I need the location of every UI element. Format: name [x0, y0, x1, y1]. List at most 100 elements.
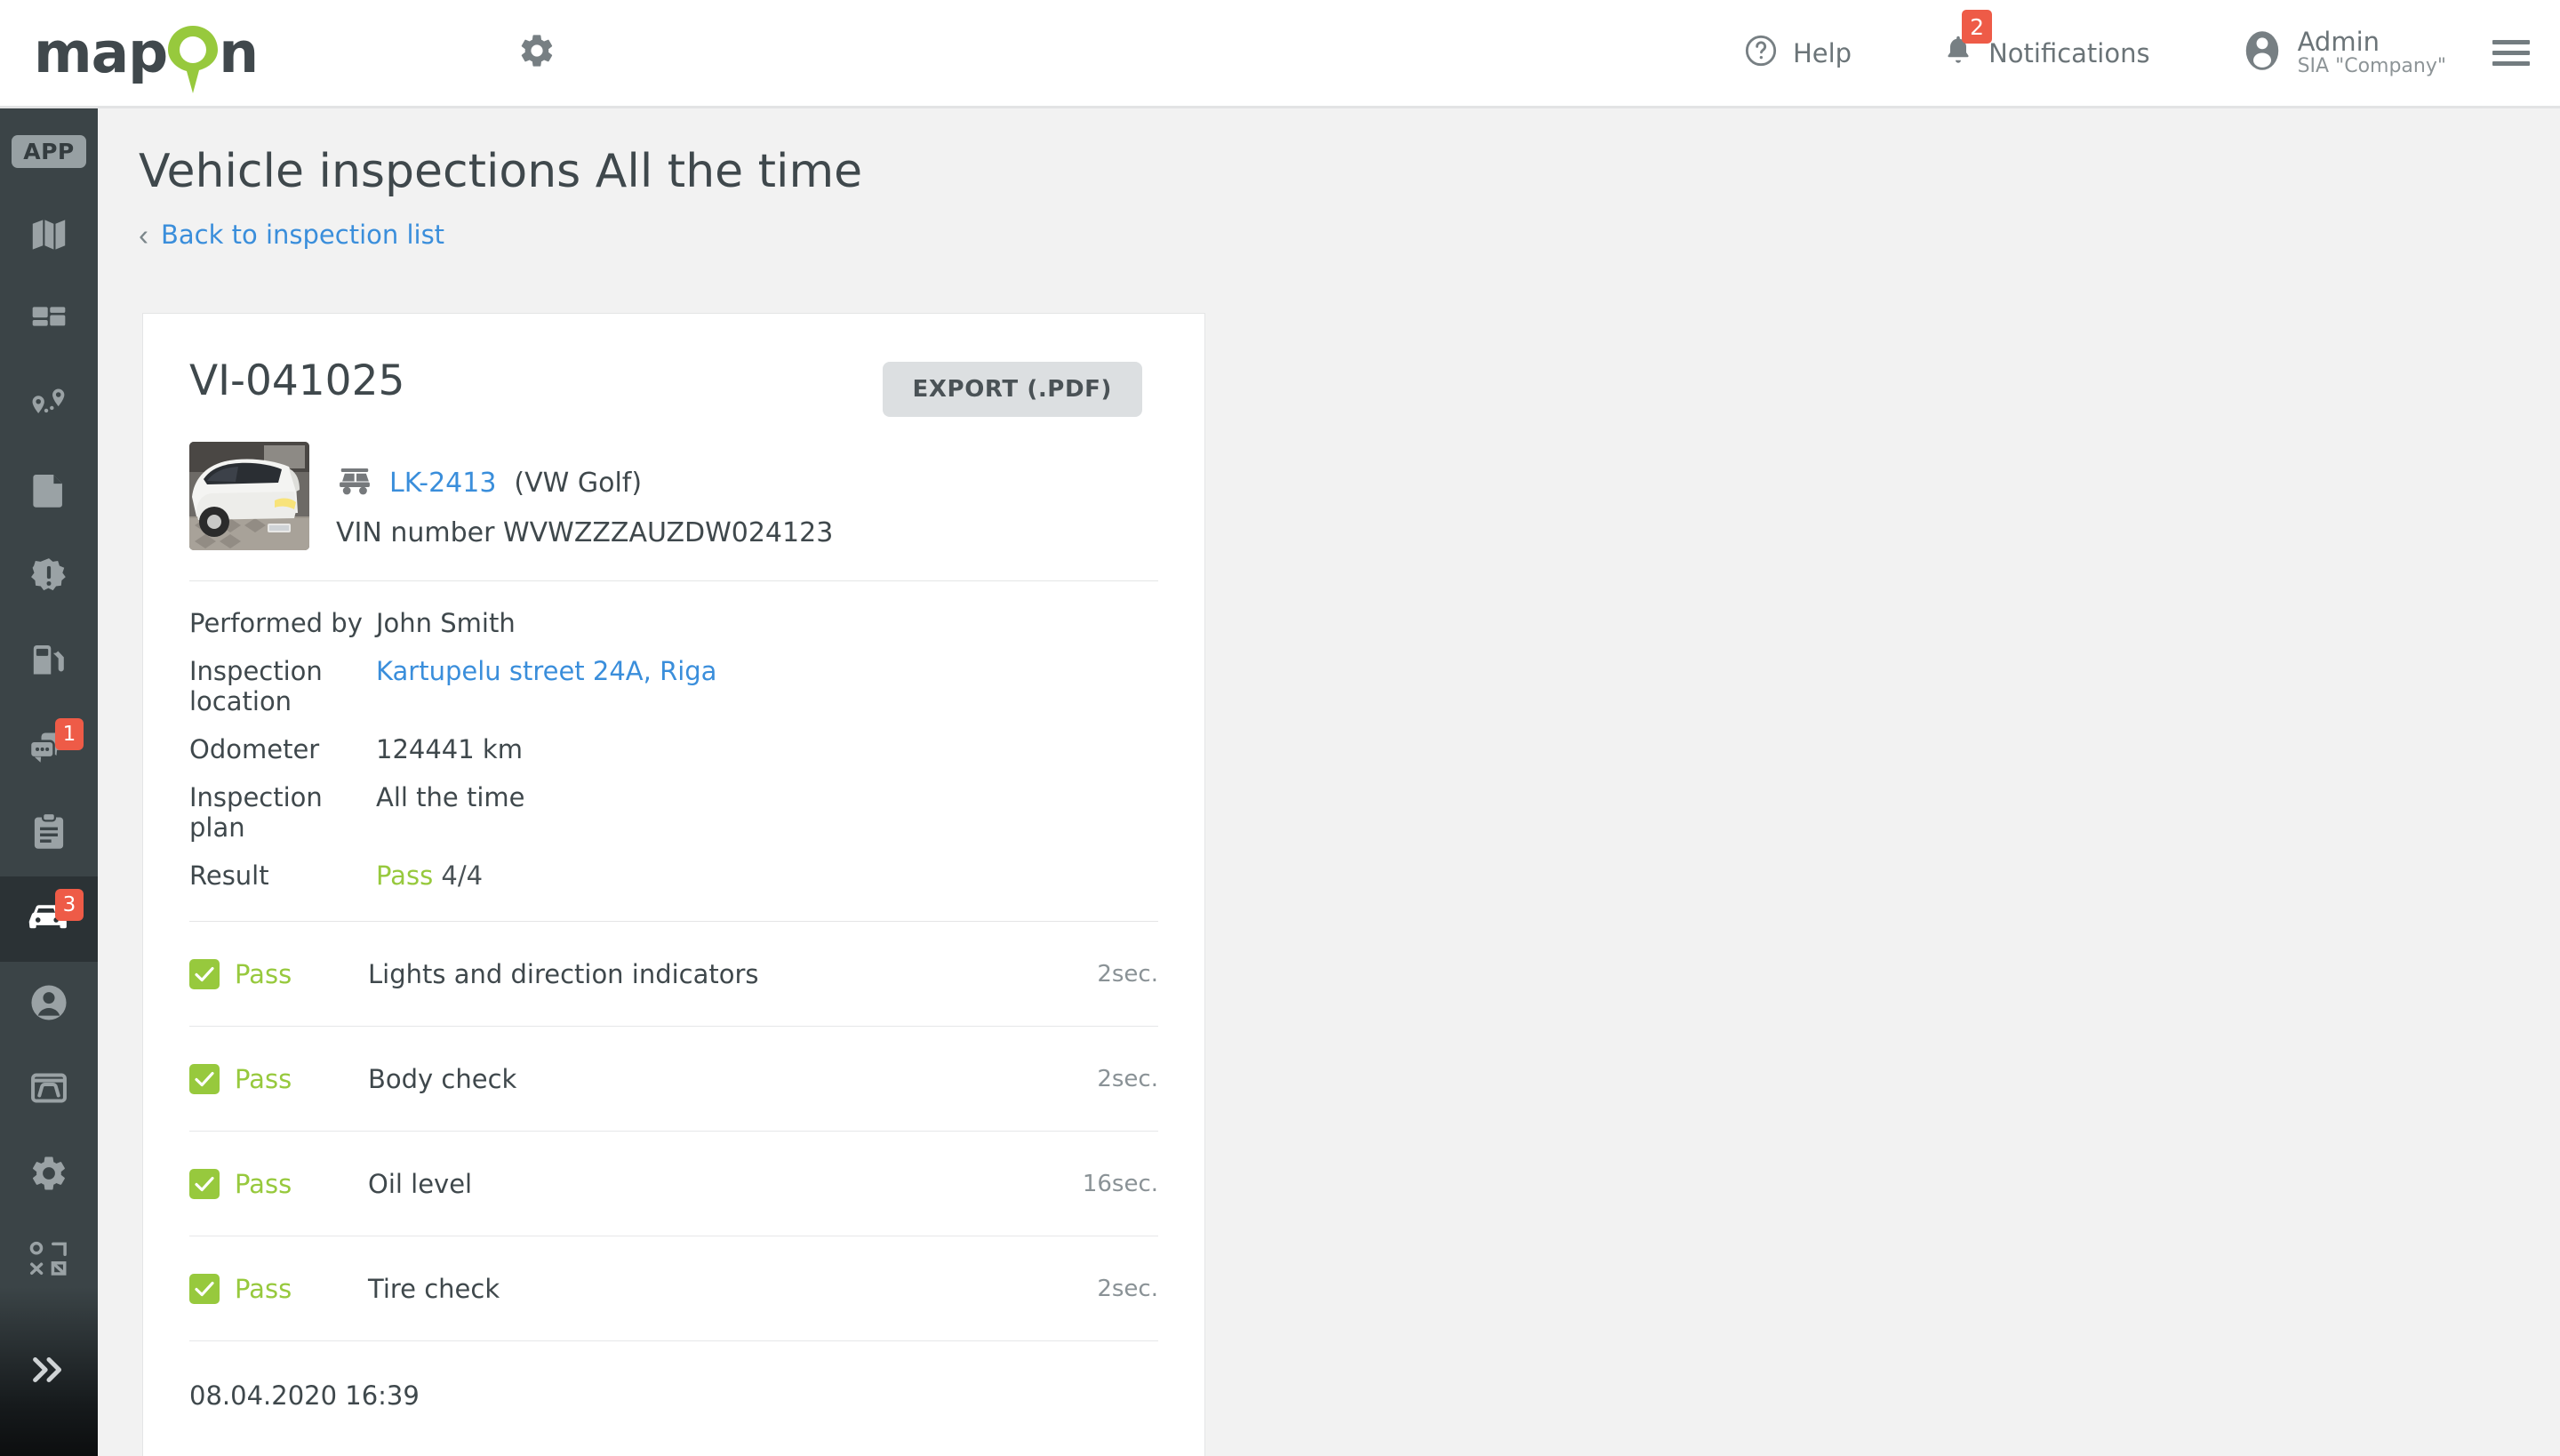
- detail-value: All the time: [376, 782, 525, 812]
- maintenance-icon: [28, 1069, 69, 1111]
- table-row: Pass Body check 2sec.: [189, 1027, 1158, 1132]
- sidebar-badge-messages: 1: [55, 718, 84, 750]
- check-status: Pass: [235, 1273, 292, 1304]
- app-badge-label: APP: [12, 134, 86, 168]
- settings-gear-icon: [28, 1153, 69, 1198]
- inspection-id: VI-041025: [189, 356, 405, 405]
- detail-row-inspection-plan: Inspection plan All the time: [189, 782, 1158, 843]
- export-pdf-button[interactable]: EXPORT (.PDF): [882, 362, 1142, 417]
- sidebar-item-reports[interactable]: [0, 450, 98, 535]
- inspection-details: Performed by John Smith Inspection locat…: [143, 581, 1204, 891]
- detail-value: 124441 km: [376, 734, 523, 764]
- check-name: Body check: [368, 1063, 517, 1094]
- detail-value-location-link[interactable]: Kartupelu street 24A, Riga: [376, 656, 716, 686]
- gear-icon[interactable]: [517, 31, 556, 75]
- main-content: Vehicle inspections All the time ‹ Back …: [98, 111, 2560, 1456]
- sidebar-badge-vehicles: 3: [55, 889, 84, 921]
- truck-icon: [336, 465, 375, 501]
- sidebar-item-vehicles[interactable]: 3: [0, 876, 98, 962]
- check-duration: 2sec.: [1097, 1275, 1158, 1302]
- check-pass-icon: [189, 1063, 220, 1094]
- logo-text-map: map: [34, 20, 168, 85]
- check-name: Oil level: [368, 1168, 473, 1199]
- sidebar-item-fuel[interactable]: [0, 620, 98, 706]
- map-icon: [28, 214, 69, 260]
- sidebar: APP 1 3: [0, 108, 98, 1456]
- sidebar-item-maintenance[interactable]: [0, 1047, 98, 1132]
- sidebar-item-drivers[interactable]: [0, 962, 98, 1047]
- mapon-logo[interactable]: map n: [34, 20, 259, 93]
- sidebar-item-app[interactable]: APP: [0, 108, 98, 194]
- fuel-pump-icon: [28, 643, 69, 684]
- dashboard-icon: [29, 300, 68, 344]
- detail-label: Performed by: [189, 608, 363, 638]
- vehicle-model: (VW Golf): [514, 468, 643, 499]
- vehicle-info: LK-2413 (VW Golf) VIN number WVWZZZAUZDW…: [336, 442, 833, 548]
- back-link-label: Back to inspection list: [161, 220, 445, 250]
- sidebar-item-messages[interactable]: 1: [0, 706, 98, 791]
- clipboard-icon: [29, 812, 68, 857]
- sidebar-expand-button[interactable]: [0, 1287, 98, 1456]
- notifications-badge: 2: [1962, 10, 1993, 44]
- back-to-inspection-list-link[interactable]: ‹ Back to inspection list: [139, 220, 444, 250]
- result-status: Pass: [376, 860, 434, 891]
- help-button[interactable]: Help: [1743, 33, 1852, 73]
- chevron-left-icon: ‹: [139, 218, 148, 252]
- vehicle-summary: LK-2413 (VW Golf) VIN number WVWZZZAUZDW…: [143, 417, 1204, 550]
- sidebar-item-settings[interactable]: [0, 1132, 98, 1218]
- user-name: Admin: [2297, 26, 2380, 57]
- vin-label: VIN number: [336, 517, 495, 548]
- notifications-button[interactable]: 2 Notifications: [1942, 10, 2150, 73]
- vin-value: WVWZZZAUZDW024123: [502, 517, 834, 548]
- vehicle-plate-row: LK-2413 (VW Golf): [336, 465, 833, 501]
- sidebar-item-tasks[interactable]: [0, 791, 98, 876]
- detail-label: Inspection location: [189, 656, 323, 716]
- table-row: Pass Oil level 16sec.: [189, 1132, 1158, 1236]
- check-duration: 2sec.: [1097, 1065, 1158, 1092]
- inspection-timestamp: 08.04.2020 16:39: [189, 1380, 420, 1411]
- check-status: Pass: [235, 1168, 292, 1199]
- logo-text-n: n: [219, 20, 259, 85]
- check-name: Tire check: [368, 1273, 500, 1304]
- check-duration: 16sec.: [1082, 1170, 1158, 1197]
- header-right-group: Help 2 Notifications Admin SIA "Company": [1743, 10, 2560, 78]
- detail-row-inspection-location: Inspection location Kartupelu street 24A…: [189, 656, 1158, 716]
- question-circle-icon: [1743, 33, 1779, 73]
- result-count: 4/4: [441, 860, 484, 891]
- check-duration: 2sec.: [1097, 960, 1158, 988]
- alert-icon: [28, 556, 69, 601]
- vehicle-vin: VIN number WVWZZZAUZDW024123: [336, 517, 833, 548]
- route-pins-icon: [28, 387, 70, 428]
- hamburger-icon[interactable]: [2492, 40, 2530, 66]
- detail-label: Inspection plan: [189, 782, 323, 843]
- check-status: Pass: [235, 958, 292, 989]
- sidebar-item-alerts[interactable]: [0, 535, 98, 620]
- vehicle-photo: [189, 442, 309, 550]
- vehicle-plate-link[interactable]: LK-2413: [389, 468, 496, 499]
- detail-value: John Smith: [376, 608, 516, 638]
- user-menu[interactable]: Admin SIA "Company": [2243, 26, 2446, 78]
- check-name: Lights and direction indicators: [368, 958, 759, 989]
- sidebar-item-routes[interactable]: [0, 364, 98, 450]
- document-icon: [29, 470, 68, 516]
- inspection-detail-card: VI-041025 EXPORT (.PDF) LK-2413 (VW Golf…: [142, 313, 1205, 1456]
- check-pass-icon: [189, 1273, 220, 1304]
- notifications-label: Notifications: [1988, 37, 2150, 68]
- table-row: Pass Tire check 2sec.: [189, 1236, 1158, 1341]
- integrations-icon: [28, 1239, 70, 1283]
- top-header-bar: map n Help 2 Notifications Admin SIA "Co…: [0, 0, 2560, 108]
- sidebar-item-map[interactable]: [0, 194, 98, 279]
- card-header: VI-041025 EXPORT (.PDF): [143, 314, 1204, 417]
- drivers-icon: [28, 982, 69, 1028]
- logo-pin-icon: [168, 26, 219, 93]
- double-chevron-right-icon: [27, 1352, 71, 1392]
- detail-row-performed-by: Performed by John Smith: [189, 608, 1158, 638]
- check-status: Pass: [235, 1063, 292, 1094]
- table-row: Pass Lights and direction indicators 2se…: [189, 922, 1158, 1027]
- user-texts: Admin SIA "Company": [2297, 26, 2446, 78]
- checklist: Pass Lights and direction indicators 2se…: [143, 922, 1204, 1341]
- avatar: [2243, 28, 2282, 77]
- sidebar-item-dashboard[interactable]: [0, 279, 98, 364]
- detail-label: Result: [189, 860, 269, 891]
- help-label: Help: [1792, 37, 1852, 68]
